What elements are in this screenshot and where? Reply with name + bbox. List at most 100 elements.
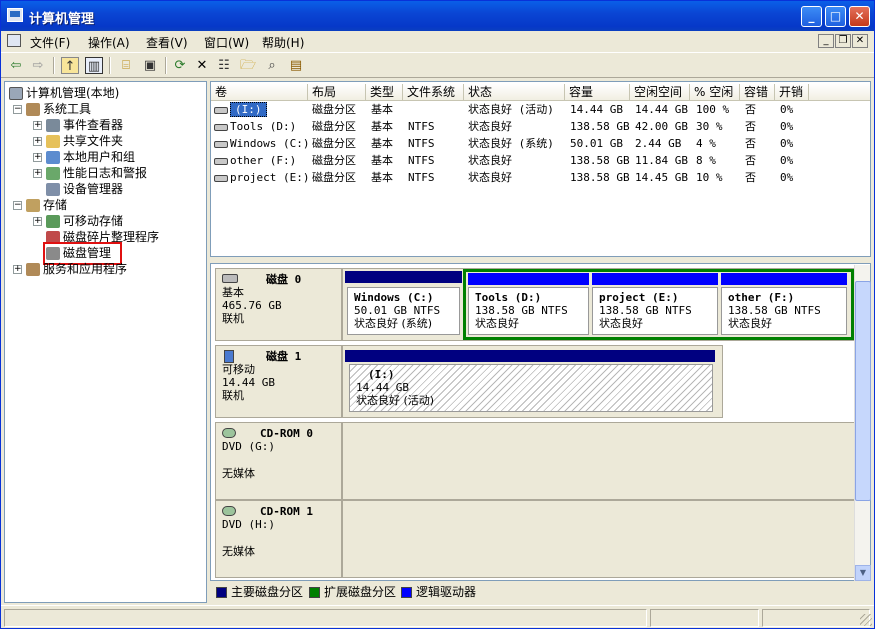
up-icon[interactable]: ↑ <box>61 57 79 74</box>
cdrom1-name: CD-ROM 1 <box>260 505 313 518</box>
table-row[interactable]: project (E:) 磁盘分区 基本 NTFS 状态良好 138.58 GB… <box>211 169 870 186</box>
hard-disk-icon <box>222 274 238 283</box>
tree-item-removable-storage[interactable]: + 可移动存储 <box>33 213 123 229</box>
resize-grip-icon[interactable] <box>860 614 872 626</box>
col-overhead[interactable]: 开销 <box>775 84 809 101</box>
cell-volume: project (E:) <box>230 171 310 184</box>
cell-layout: 磁盘分区 <box>312 103 356 116</box>
mdi-restore-button[interactable]: ❐ <box>835 34 851 48</box>
table-row[interactable]: other (F:) 磁盘分区 基本 NTFS 状态良好 138.58 GB 1… <box>211 152 870 169</box>
cdrom0-name: CD-ROM 0 <box>260 427 313 440</box>
collapse-icon[interactable]: − <box>13 105 22 114</box>
back-icon[interactable]: ⇦ <box>7 57 25 74</box>
disk1-label[interactable]: 磁盘 1 可移动 14.44 GB 联机 <box>215 345 342 418</box>
mdi-close-button[interactable]: ✕ <box>852 34 868 48</box>
col-status[interactable]: 状态 <box>464 84 565 101</box>
col-free-space[interactable]: 空闲空间 <box>630 84 690 101</box>
primary-partition-bar <box>345 271 462 283</box>
cell-percent: 8 % <box>696 154 716 167</box>
partition-e[interactable]: project (E:) 138.58 GB NTFS 状态良好 <box>592 287 718 335</box>
col-fault-tolerance[interactable]: 容错 <box>740 84 775 101</box>
cell-capacity: 138.58 GB <box>570 171 630 184</box>
disk-view-scrollbar[interactable]: ▼ <box>854 265 871 581</box>
delete-icon[interactable]: ✕ <box>193 57 211 74</box>
cell-status: 状态良好 <box>468 154 512 167</box>
table-row[interactable]: (I:) 磁盘分区 基本 状态良好 (活动) 14.44 GB 14.44 GB… <box>211 101 870 118</box>
open-icon[interactable]: 🗁 <box>239 57 257 74</box>
mdi-document-icon[interactable] <box>7 34 21 47</box>
col-layout[interactable]: 布局 <box>308 84 366 101</box>
tree-item-shared-folders[interactable]: + 共享文件夹 <box>33 133 123 149</box>
cell-layout: 磁盘分区 <box>312 120 356 133</box>
mdi-minimize-button[interactable]: _ <box>818 34 834 48</box>
tree-item-root[interactable]: 计算机管理(本地) <box>9 85 119 101</box>
cell-type: 基本 <box>371 171 393 184</box>
collapse-icon[interactable]: − <box>13 201 22 210</box>
col-filesystem[interactable]: 文件系统 <box>403 84 464 101</box>
disk0-partitions: Windows (C:) 50.01 GB NTFS 状态良好 (系统) Too… <box>342 268 856 341</box>
help-icon[interactable]: ▣ <box>141 57 159 74</box>
cell-free: 14.44 GB <box>635 103 688 116</box>
table-row[interactable]: Windows (C:) 磁盘分区 基本 NTFS 状态良好 (系统) 50.0… <box>211 135 870 152</box>
expand-icon[interactable]: + <box>33 121 42 130</box>
tree-item-perf-logs[interactable]: + 性能日志和警报 <box>33 165 147 181</box>
cell-percent: 10 % <box>696 171 723 184</box>
col-empty <box>809 84 870 101</box>
tree-item-storage[interactable]: − 存储 <box>13 197 67 213</box>
cdrom1-label[interactable]: CD-ROM 1 DVD (H:) 无媒体 <box>215 500 342 578</box>
search-icon[interactable]: ⌕ <box>263 57 281 74</box>
cell-overhead: 0% <box>780 103 794 116</box>
tree-item-services[interactable]: + 服务和应用程序 <box>13 261 127 277</box>
scrollbar-thumb[interactable] <box>855 281 871 501</box>
menu-file[interactable]: 文件(F) <box>30 34 70 51</box>
expand-icon[interactable]: + <box>33 217 42 226</box>
expand-icon[interactable]: + <box>33 153 42 162</box>
legend-extended: 扩展磁盘分区 <box>309 583 396 601</box>
cell-overhead: 0% <box>780 154 794 167</box>
export-icon[interactable]: ▤ <box>287 57 305 74</box>
menu-window[interactable]: 窗口(W) <box>204 34 249 51</box>
forward-icon[interactable]: ⇨ <box>29 57 47 74</box>
volume-icon <box>214 157 228 165</box>
refresh-icon[interactable]: ⟳ <box>171 57 189 74</box>
expand-icon[interactable]: + <box>33 137 42 146</box>
expand-icon[interactable]: + <box>33 169 42 178</box>
partition-d[interactable]: Tools (D:) 138.58 GB NTFS 状态良好 <box>468 287 589 335</box>
cell-fault-tolerance: 否 <box>745 137 756 150</box>
tree-item-device-manager[interactable]: 设备管理器 <box>46 181 123 197</box>
properties2-icon[interactable]: ☷ <box>215 57 233 74</box>
cell-percent: 100 % <box>696 103 730 116</box>
volume-icon <box>214 123 228 131</box>
tree-item-event-viewer[interactable]: + 事件查看器 <box>33 117 123 133</box>
partition-c[interactable]: Windows (C:) 50.01 GB NTFS 状态良好 (系统) <box>347 287 460 335</box>
properties-icon[interactable]: ⌸ <box>117 57 135 74</box>
show-hide-tree-icon[interactable]: ▥ <box>85 57 103 74</box>
col-capacity[interactable]: 容量 <box>565 84 630 101</box>
scroll-down-arrow-icon[interactable]: ▼ <box>855 565 871 581</box>
expand-icon[interactable]: + <box>13 265 22 274</box>
cell-volume: Windows (C:) <box>230 137 310 150</box>
menu-view[interactable]: 查看(V) <box>146 34 188 51</box>
disk0-label[interactable]: 磁盘 0 基本 465.76 GB 联机 <box>215 268 342 341</box>
col-volume[interactable]: 卷 <box>211 84 308 101</box>
primary-swatch-icon <box>216 587 227 598</box>
legend-logical: 逻辑驱动器 <box>401 583 476 601</box>
partition-f[interactable]: other (F:) 138.58 GB NTFS 状态良好 <box>721 287 847 335</box>
partition-i[interactable]: (I:) 14.44 GB 状态良好 (活动) <box>349 364 713 412</box>
users-icon <box>46 151 60 164</box>
menu-action[interactable]: 操作(A) <box>88 34 130 51</box>
col-percent-free[interactable]: % 空闲 <box>690 84 740 101</box>
close-button[interactable]: ✕ <box>849 6 870 27</box>
performance-icon <box>46 167 60 180</box>
cdrom0-media: 无媒体 <box>222 467 255 480</box>
menu-help[interactable]: 帮助(H) <box>262 34 304 51</box>
cdrom0-label[interactable]: CD-ROM 0 DVD (G:) 无媒体 <box>215 422 342 500</box>
cell-filesystem: NTFS <box>408 171 435 184</box>
col-type[interactable]: 类型 <box>366 84 403 101</box>
table-row[interactable]: Tools (D:) 磁盘分区 基本 NTFS 状态良好 138.58 GB 4… <box>211 118 870 135</box>
tree-item-system-tools[interactable]: − 系统工具 <box>13 101 91 117</box>
minimize-button[interactable]: _ <box>801 6 822 27</box>
maximize-button[interactable]: □ <box>825 6 846 27</box>
title-bar[interactable]: 计算机管理 _ □ ✕ <box>1 1 874 31</box>
tree-item-local-users[interactable]: + 本地用户和组 <box>33 149 135 165</box>
